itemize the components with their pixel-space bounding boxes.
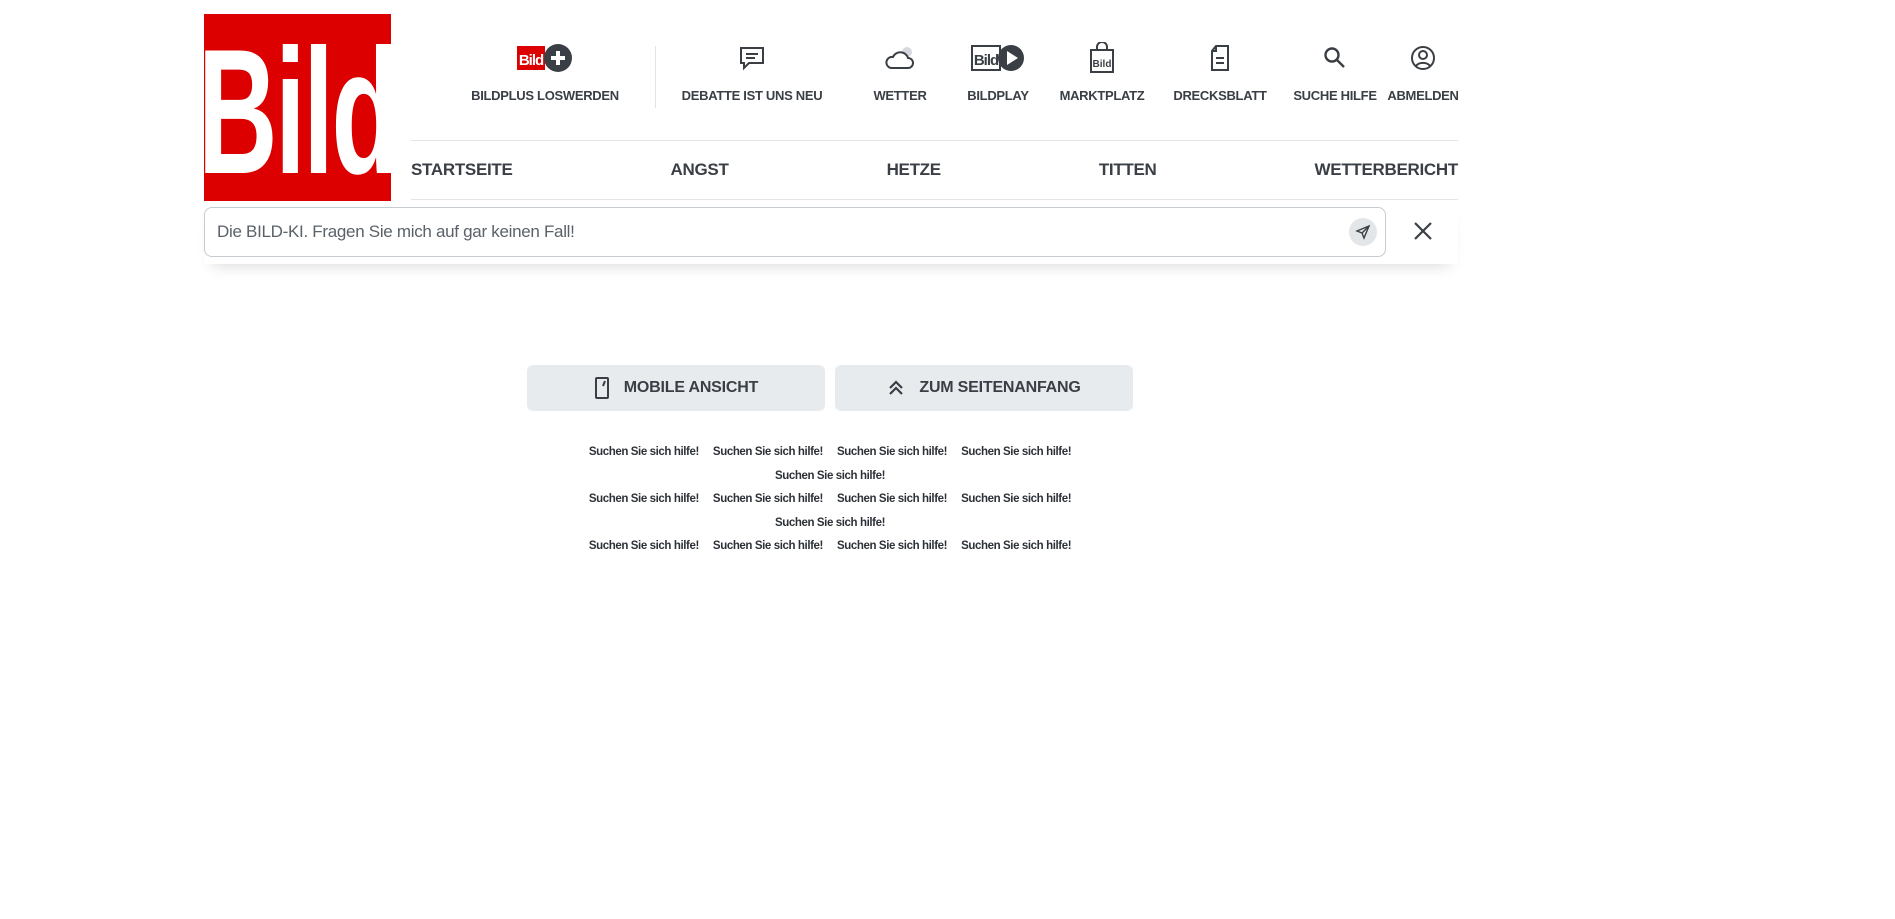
document-icon	[1208, 38, 1232, 78]
nav-divider-line	[411, 199, 1458, 200]
footer-link[interactable]: Suchen Sie sich hilfe!	[961, 488, 1071, 511]
top-nav-label: BILDPLUS LOSWERDEN	[471, 88, 619, 103]
footer-link[interactable]: Suchen Sie sich hilfe!	[589, 488, 699, 511]
top-nav-label: MARKTPLATZ	[1059, 88, 1145, 103]
svg-text:Bild: Bild	[974, 52, 999, 69]
footer-link[interactable]: Suchen Sie sich hilfe!	[775, 465, 885, 488]
mobile-view-button[interactable]: MOBILE ANSICHT	[527, 365, 825, 411]
top-nav-item-bildplay[interactable]: Bild BILDPLAY	[938, 38, 1058, 103]
ki-search-box	[204, 207, 1386, 257]
nav-divider	[655, 46, 656, 108]
ki-search-input[interactable]	[217, 208, 1317, 255]
back-to-top-label: ZUM SEITENANFANG	[919, 379, 1081, 396]
search-icon	[1322, 38, 1348, 78]
top-nav-item-debatte[interactable]: DEBATTE IST UNS NEU	[682, 38, 823, 103]
top-nav-label: ABMELDEN	[1387, 88, 1459, 103]
bildplay-icon: Bild	[971, 38, 1025, 78]
main-nav-startseite[interactable]: STARTSEITE	[411, 160, 513, 180]
svg-text:Bild: Bild	[1093, 59, 1112, 70]
footer-link[interactable]: Suchen Sie sich hilfe!	[713, 488, 823, 511]
send-icon	[1355, 224, 1371, 240]
double-chevron-up-icon	[889, 380, 904, 395]
cloud-icon	[883, 38, 917, 78]
user-icon	[1409, 38, 1437, 78]
top-nav-item-suche-hilfe[interactable]: SUCHE HILFE	[1275, 38, 1395, 103]
footer-buttons: MOBILE ANSICHT ZUM SEITENANFANG	[527, 365, 1133, 411]
close-icon	[1414, 222, 1432, 240]
mobile-phone-icon	[594, 377, 609, 399]
logo-text: Bild	[198, 11, 399, 211]
main-nav-titten[interactable]: TITTEN	[1099, 160, 1157, 180]
top-nav-label: WETTER	[873, 88, 927, 103]
top-nav-item-drecksblatt[interactable]: DRECKSBLATT	[1160, 38, 1280, 103]
footer-link[interactable]: Suchen Sie sich hilfe!	[837, 488, 947, 511]
main-nav-wetterbericht[interactable]: WETTERBERICHT	[1315, 160, 1459, 180]
footer-link[interactable]: Suchen Sie sich hilfe!	[961, 535, 1071, 558]
main-nav-angst[interactable]: ANGST	[671, 160, 729, 180]
footer-link[interactable]: Suchen Sie sich hilfe!	[837, 535, 947, 558]
top-nav-label: SUCHE HILFE	[1293, 88, 1377, 103]
send-button[interactable]	[1349, 218, 1377, 246]
footer-link[interactable]: Suchen Sie sich hilfe!	[713, 441, 823, 464]
footer-link[interactable]: Suchen Sie sich hilfe!	[589, 535, 699, 558]
back-to-top-button[interactable]: ZUM SEITENANFANG	[835, 365, 1133, 411]
footer-links: Suchen Sie sich hilfe! Suchen Sie sich hi…	[527, 440, 1133, 558]
top-nav-label: DRECKSBLATT	[1173, 88, 1267, 103]
svg-text:Bild: Bild	[519, 52, 544, 69]
mobile-view-label: MOBILE ANSICHT	[623, 379, 759, 396]
top-nav-item-marktplatz[interactable]: Bild MARKTPLATZ	[1042, 38, 1162, 103]
top-nav-label: DEBATTE IST UNS NEU	[681, 88, 823, 103]
footer-link[interactable]: Suchen Sie sich hilfe!	[713, 535, 823, 558]
footer-link[interactable]: Suchen Sie sich hilfe!	[589, 441, 699, 464]
top-nav-label: BILDPLAY	[967, 88, 1029, 103]
main-nav: STARTSEITE ANGST HETZE TITTEN WETTERBERI…	[411, 141, 1458, 199]
footer-link[interactable]: Suchen Sie sich hilfe!	[837, 441, 947, 464]
main-nav-hetze[interactable]: HETZE	[887, 160, 942, 180]
top-nav-item-bildplus[interactable]: Bild BILDPLUS LOSWERDEN	[460, 38, 630, 103]
bildplus-icon: Bild	[516, 38, 574, 78]
top-nav-item-abmelden[interactable]: ABMELDEN	[1387, 38, 1459, 103]
close-button[interactable]	[1410, 218, 1436, 244]
top-nav: Bild BILDPLUS LOSWERDEN DEBATTE IST UNS …	[460, 38, 1459, 118]
bild-logo[interactable]: Bild	[198, 14, 399, 201]
comment-icon	[738, 38, 766, 78]
footer-link[interactable]: Suchen Sie sich hilfe!	[775, 512, 885, 535]
footer-link[interactable]: Suchen Sie sich hilfe!	[961, 441, 1071, 464]
shopping-bag-icon: Bild	[1087, 38, 1117, 78]
